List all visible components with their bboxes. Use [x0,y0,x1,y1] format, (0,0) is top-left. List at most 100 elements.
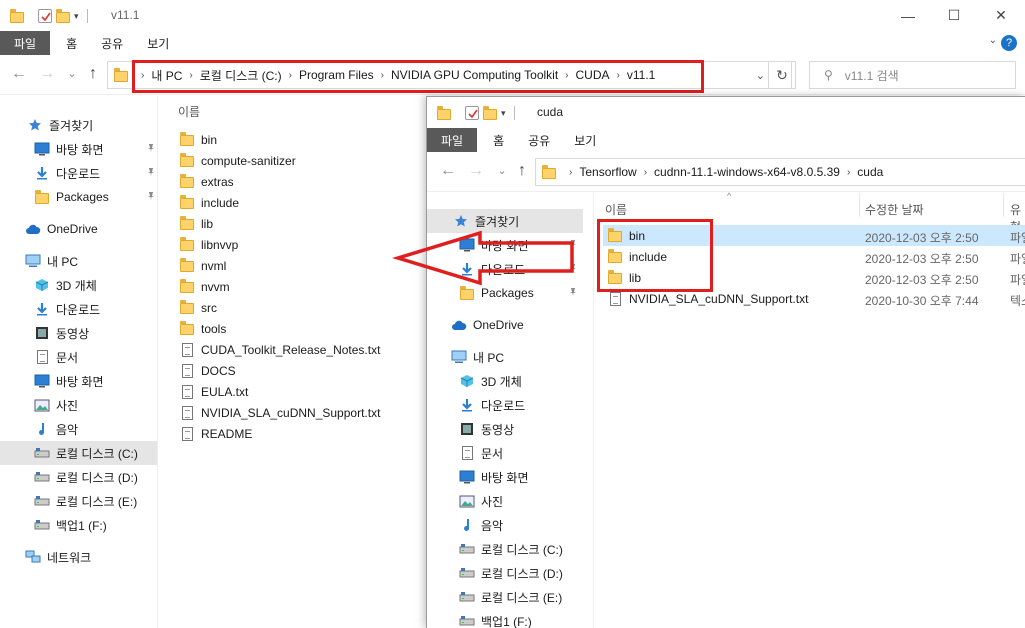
minimize-button[interactable]: — [885,0,931,31]
file-list-item[interactable]: libnvvp [179,234,238,255]
sidebar-item[interactable]: 즐겨찾기 [427,209,583,233]
breadcrumb-item[interactable]: NVIDIA GPU Computing Toolkit [391,68,558,82]
help-icon[interactable]: ? [1001,35,1017,51]
tab-view[interactable]: 보기 [562,128,608,152]
tab-share[interactable]: 공유 [516,128,562,152]
tab-file[interactable]: 파일 [427,128,478,152]
search-input[interactable]: ⚲ v11.1 검색 [809,61,1016,89]
address-bar[interactable]: › 내 PC › 로컬 디스크 (C:) › Program Files › N… [107,61,792,89]
tab-file[interactable]: 파일 [0,31,51,55]
file-list-item[interactable]: src [179,297,217,318]
column-header-name[interactable]: 이름 [178,103,200,120]
sidebar-item[interactable]: 다운로드 [427,393,585,417]
file-list-item[interactable]: compute-sanitizer [179,150,296,171]
sidebar-item[interactable]: 로컬 디스크 (E:) [427,585,585,609]
sidebar-item[interactable]: 바탕 화면 [0,369,157,393]
file-list-item[interactable]: lib [179,213,213,234]
file-list-item[interactable]: extras [179,171,234,192]
sidebar-item[interactable]: 문서 [427,441,585,465]
back-button[interactable]: ← [10,66,28,82]
pin-icon[interactable] [568,239,578,252]
sidebar-item[interactable]: 로컬 디스크 (D:) [427,561,585,585]
pin-icon[interactable] [146,167,156,180]
breadcrumb-item[interactable]: cuda [857,165,883,179]
maximize-button[interactable]: ☐ [931,0,977,31]
breadcrumb-item[interactable]: Tensorflow [579,165,636,179]
column-divider[interactable] [859,193,860,217]
file-list-item[interactable]: lib [603,267,641,288]
sidebar-item[interactable]: 문서 [0,345,157,369]
sidebar-item[interactable]: OneDrive [0,217,157,241]
sidebar-item[interactable]: 로컬 디스크 (E:) [0,489,157,513]
sidebar-item[interactable]: 동영상 [0,321,157,345]
breadcrumb-item[interactable]: CUDA [576,68,610,82]
sidebar-item[interactable]: 네트워크 [0,545,157,569]
sidebar-item[interactable]: 3D 개체 [0,273,157,297]
new-folder-icon[interactable] [56,8,70,23]
pin-icon[interactable] [146,191,156,204]
sidebar-item[interactable]: 3D 개체 [427,369,585,393]
file-list-item[interactable]: CUDA_Toolkit_Release_Notes.txt [179,339,380,360]
address-bar[interactable]: › Tensorflow › cudnn-11.1-windows-x64-v8… [535,158,1025,186]
sidebar-item[interactable]: 다운로드 [0,161,157,185]
chevron-down-icon[interactable]: ▾ [501,108,506,119]
column-header-name[interactable]: 이름 [605,201,627,218]
file-list-item[interactable]: DOCS [179,360,236,381]
file-list-item[interactable]: tools [179,318,226,339]
new-folder-icon[interactable] [483,105,497,120]
tab-home[interactable]: 홈 [477,128,516,152]
sidebar-item[interactable]: 백업1 (F:) [0,513,157,537]
folder-icon[interactable] [437,105,451,120]
sidebar-item[interactable]: Packages [0,185,157,209]
properties-icon[interactable] [465,106,479,120]
sidebar-item[interactable]: 다운로드 [0,297,157,321]
sidebar-item[interactable]: 로컬 디스크 (C:) [0,441,157,465]
sidebar-item[interactable]: 내 PC [427,345,585,369]
pin-icon[interactable] [568,263,578,276]
file-list-item[interactable]: NVIDIA_SLA_cuDNN_Support.txt [179,402,380,423]
sidebar-item[interactable]: 다운로드 [427,257,585,281]
forward-button[interactable]: → [38,66,56,82]
breadcrumb-item[interactable]: 로컬 디스크 (C:) [200,67,282,84]
tab-home[interactable]: 홈 [50,31,89,55]
sidebar-item[interactable]: 사진 [427,489,585,513]
sidebar-item[interactable]: 로컬 디스크 (C:) [427,537,585,561]
back-button[interactable]: ← [439,163,457,179]
forward-button[interactable]: → [467,163,485,179]
sidebar-item[interactable]: 사진 [0,393,157,417]
recent-locations-button[interactable]: ⌄ [493,163,511,179]
sidebar-item[interactable]: 동영상 [427,417,585,441]
sidebar-item[interactable]: 음악 [427,513,585,537]
pin-icon[interactable] [146,143,156,156]
file-list-item[interactable]: include [603,246,667,267]
sidebar-item[interactable]: 백업1 (F:) [427,609,585,628]
file-list-item[interactable]: EULA.txt [179,381,248,402]
chevron-down-icon[interactable]: ▾ [74,11,79,22]
folder-icon[interactable] [10,8,24,23]
up-button[interactable]: ↑ [513,163,531,179]
expand-ribbon-icon[interactable]: ⌄ [989,35,997,46]
file-list-item[interactable]: include [179,192,239,213]
breadcrumb-item[interactable]: cudnn-11.1-windows-x64-v8.0.5.39 [654,165,840,179]
file-list-item[interactable]: NVIDIA_SLA_cuDNN_Support.txt [603,288,808,309]
address-dropdown-button[interactable]: ⌄ [756,69,765,82]
recent-locations-button[interactable]: ⌄ [63,66,81,82]
sidebar-item[interactable]: 내 PC [0,249,157,273]
sidebar-item[interactable]: 바탕 화면 [0,137,157,161]
sidebar-item[interactable]: OneDrive [427,313,585,337]
breadcrumb-item[interactable]: 내 PC [151,67,182,84]
tab-share[interactable]: 공유 [89,31,135,55]
refresh-button[interactable]: ↻ [768,61,796,89]
sidebar-item[interactable]: 바탕 화면 [427,465,585,489]
file-list-item[interactable]: bin [179,129,217,150]
close-button[interactable]: ✕ [978,0,1024,31]
sidebar-item[interactable]: 로컬 디스크 (D:) [0,465,157,489]
column-divider[interactable] [1003,193,1004,217]
file-list-item[interactable]: nvvm [179,276,230,297]
pin-icon[interactable] [568,287,578,300]
breadcrumb-item[interactable]: v11.1 [627,68,655,82]
properties-icon[interactable] [38,9,52,23]
column-header-date[interactable]: 수정한 날짜 [865,201,924,218]
file-list-item[interactable]: README [179,423,252,444]
file-list-item[interactable]: nvml [179,255,226,276]
